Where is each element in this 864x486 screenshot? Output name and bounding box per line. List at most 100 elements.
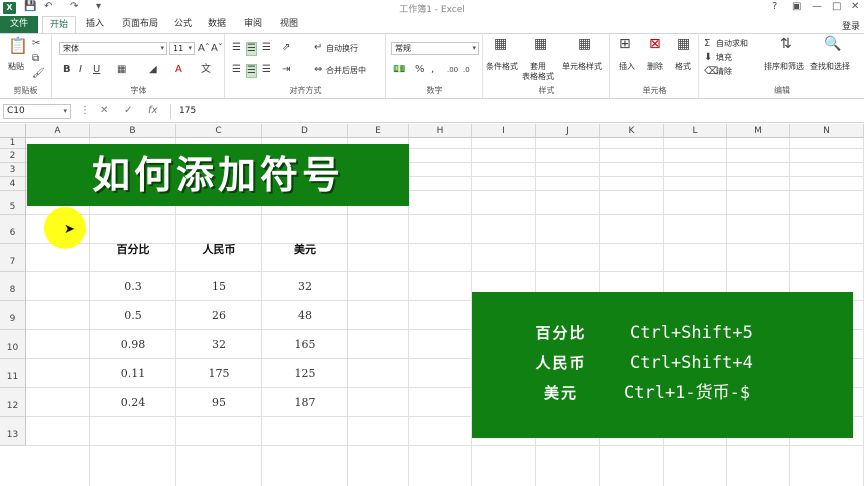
wrap-text-button[interactable]: 自动换行 — [326, 44, 358, 54]
cut-icon[interactable]: ✂ — [32, 38, 40, 50]
decrease-decimal-icon[interactable]: .0 — [463, 64, 470, 76]
row-header[interactable]: 7 — [0, 244, 26, 272]
column-header[interactable]: B — [90, 124, 176, 138]
indent-icon[interactable]: ⇥ — [282, 64, 290, 76]
format-cells-icon[interactable]: ▦ — [677, 37, 690, 51]
help-icon[interactable]: ? — [772, 1, 777, 12]
delete-cells-icon[interactable]: ⊠ — [649, 37, 661, 51]
column-header[interactable]: K — [600, 124, 664, 138]
row-header[interactable]: 4 — [0, 177, 26, 191]
column-header[interactable]: M — [727, 124, 790, 138]
align-left-icon[interactable]: ☰ — [232, 64, 241, 76]
autosum-icon[interactable]: Σ — [704, 38, 710, 50]
clear-button[interactable]: 清除 — [716, 67, 732, 77]
autosum-button[interactable]: 自动求和 — [716, 39, 748, 49]
wrap-text-icon[interactable]: ↵ — [314, 42, 322, 54]
align-bottom-icon[interactable]: ☰ — [262, 42, 271, 54]
find-select-button[interactable]: 查找和选择 — [810, 62, 850, 72]
fill-color-icon[interactable]: ◢ — [149, 64, 157, 76]
table-cell[interactable]: 187 — [262, 388, 348, 417]
table-cell[interactable]: 165 — [262, 330, 348, 359]
ribbon-display-icon[interactable]: ▣ — [792, 1, 801, 12]
row-header[interactable]: 12 — [0, 388, 26, 417]
tab-data[interactable]: 数据 — [202, 16, 232, 33]
font-size-combo[interactable]: 11 ▾ — [169, 42, 195, 55]
increase-decimal-icon[interactable]: .00 — [447, 64, 458, 76]
restore-icon[interactable]: □ — [832, 1, 841, 12]
sort-filter-icon[interactable]: ⇅ — [780, 37, 792, 51]
format-painter-icon[interactable]: 🖌 — [32, 68, 45, 80]
tab-insert[interactable]: 插入 — [80, 16, 110, 33]
name-box[interactable]: C10 ▾ — [3, 104, 71, 119]
paste-button[interactable]: 粘贴 — [8, 62, 24, 72]
sort-filter-button[interactable]: 排序和筛选 — [764, 62, 804, 72]
column-header[interactable]: I — [472, 124, 536, 138]
table-cell[interactable]: 0.98 — [90, 330, 176, 359]
column-header[interactable]: L — [664, 124, 727, 138]
header-percent[interactable]: 百分比 — [90, 239, 176, 261]
row-header[interactable]: 10 — [0, 330, 26, 359]
table-cell[interactable]: 0.24 — [90, 388, 176, 417]
table-cell[interactable]: 26 — [176, 301, 262, 330]
table-cell[interactable]: 0.11 — [90, 359, 176, 388]
merge-icon[interactable]: ⇔ — [314, 64, 322, 76]
tab-view[interactable]: 视图 — [274, 16, 304, 33]
minimize-icon[interactable]: — — [812, 1, 822, 12]
table-cell[interactable]: 0.3 — [90, 272, 176, 301]
login-link[interactable]: 登录 — [842, 19, 860, 32]
comma-icon[interactable]: , — [431, 64, 434, 76]
enter-icon[interactable]: ✓ — [124, 105, 132, 116]
select-all-corner[interactable] — [0, 124, 26, 138]
phonetic-icon[interactable]: 文 — [201, 64, 211, 76]
insert-cells-icon[interactable]: ⊞ — [619, 37, 631, 51]
row-header[interactable]: 6 — [0, 215, 26, 244]
find-select-icon[interactable]: 🔍 — [824, 37, 841, 51]
table-cell[interactable]: 0.5 — [90, 301, 176, 330]
underline-icon[interactable]: U — [93, 64, 100, 76]
border-icon[interactable]: ▦ — [117, 64, 126, 76]
fill-button[interactable]: 填充 — [716, 53, 732, 63]
tab-file[interactable]: 文件 — [0, 16, 38, 33]
column-header[interactable]: N — [790, 124, 864, 138]
table-cell[interactable]: 175 — [176, 359, 262, 388]
row-header[interactable]: 1 — [0, 138, 26, 149]
align-right-icon[interactable]: ☰ — [262, 64, 271, 76]
header-rmb[interactable]: 人民币 — [176, 239, 262, 261]
cell-styles-button[interactable]: 单元格样式 — [562, 62, 602, 72]
column-header[interactable]: C — [176, 124, 262, 138]
row-header[interactable]: 3 — [0, 163, 26, 177]
merge-center-button[interactable]: 合并后居中 — [326, 66, 366, 76]
column-header[interactable]: J — [536, 124, 600, 138]
column-header[interactable]: D — [262, 124, 348, 138]
font-name-combo[interactable]: 宋体 ▾ — [59, 42, 167, 55]
table-cell[interactable]: 125 — [262, 359, 348, 388]
column-header[interactable]: H — [409, 124, 472, 138]
tab-review[interactable]: 审阅 — [238, 16, 268, 33]
decrease-font-icon[interactable]: Aˇ — [211, 43, 223, 55]
table-cell[interactable]: 15 — [176, 272, 262, 301]
table-cell[interactable]: 48 — [262, 301, 348, 330]
percent-icon[interactable]: % — [415, 64, 425, 76]
header-usd[interactable]: 美元 — [262, 239, 348, 261]
insert-cells-button[interactable]: 插入 — [619, 62, 635, 72]
insert-function-icon[interactable]: fx — [148, 105, 157, 116]
format-table-button[interactable]: 套用 表格格式 — [522, 62, 554, 82]
row-header[interactable]: 5 — [0, 191, 26, 215]
column-header[interactable]: E — [348, 124, 409, 138]
fill-icon[interactable]: ⬇ — [704, 52, 712, 64]
paste-icon[interactable]: 📋 — [8, 38, 28, 54]
align-middle-icon[interactable]: ☰ — [246, 42, 257, 56]
row-header[interactable]: 8 — [0, 272, 26, 301]
table-cell[interactable]: 32 — [176, 330, 262, 359]
row-header[interactable]: 9 — [0, 301, 26, 330]
row-header[interactable]: 2 — [0, 149, 26, 163]
tab-formulas[interactable]: 公式 — [168, 16, 198, 33]
bold-icon[interactable]: B — [63, 64, 71, 76]
table-cell[interactable]: 32 — [262, 272, 348, 301]
font-color-icon[interactable]: A — [175, 64, 182, 76]
format-table-icon[interactable]: ▦ — [534, 37, 547, 51]
worksheet-grid[interactable]: ABCDEHIJKLMN 1 2 3 4 5 6 7 8 9 10 11 12 13 如何添加符号 百分… — [0, 124, 864, 486]
delete-cells-button[interactable]: 删除 — [647, 62, 663, 72]
row-header[interactable]: 11 — [0, 359, 26, 388]
formula-input[interactable]: 175 — [170, 104, 860, 119]
